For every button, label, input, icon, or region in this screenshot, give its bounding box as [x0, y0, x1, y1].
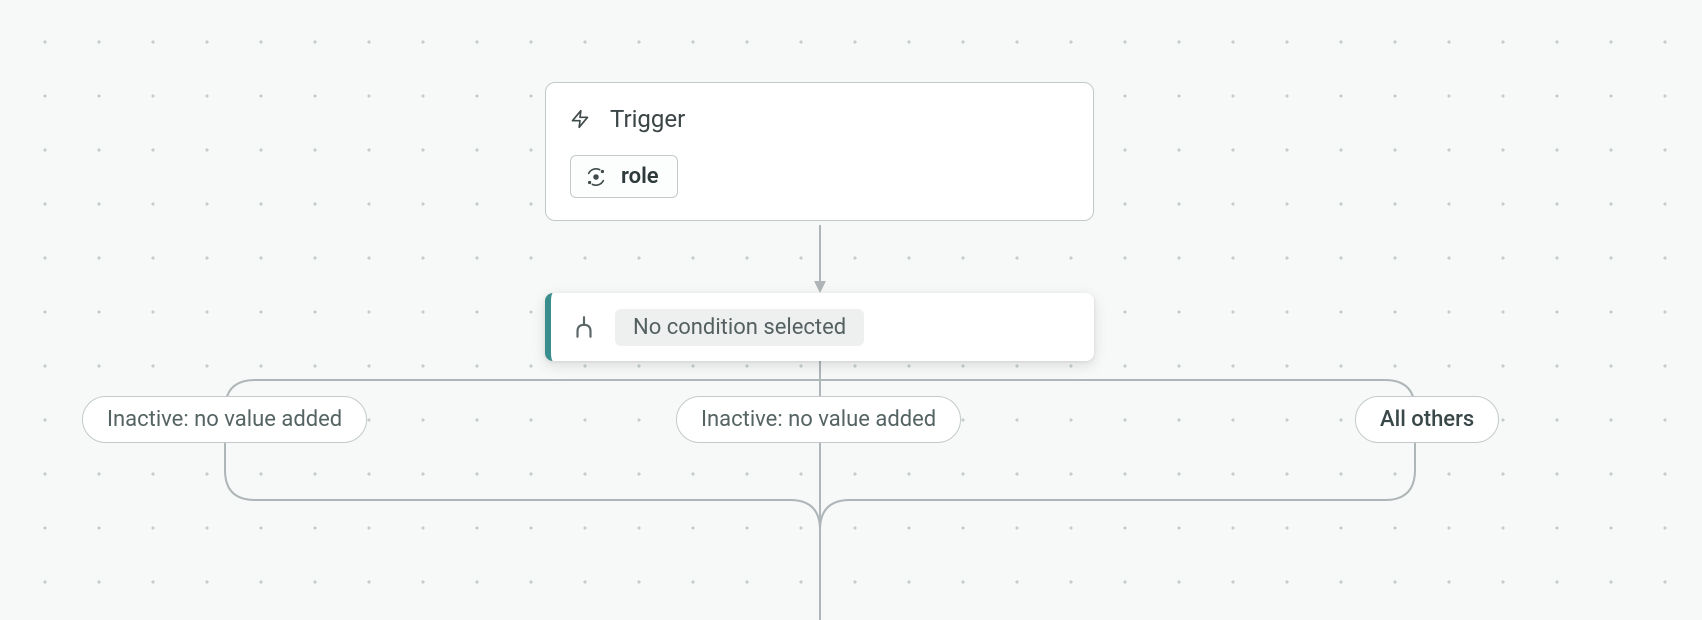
lightning-icon — [570, 106, 590, 132]
role-icon — [585, 166, 607, 188]
trigger-role-label: role — [621, 164, 659, 189]
branch-label-3[interactable]: All others — [1355, 396, 1499, 443]
workflow-canvas[interactable]: Trigger role — [0, 0, 1702, 620]
condition-text: No condition selected — [615, 309, 864, 346]
branch-label-1[interactable]: Inactive: no value added — [82, 396, 367, 443]
trigger-header: Trigger — [570, 105, 1069, 133]
trigger-role-chip[interactable]: role — [570, 155, 678, 198]
trigger-title: Trigger — [610, 105, 685, 133]
trigger-node[interactable]: Trigger role — [545, 82, 1094, 221]
branch-icon — [571, 314, 597, 340]
condition-node[interactable]: No condition selected — [545, 293, 1094, 361]
branch-label-2[interactable]: Inactive: no value added — [676, 396, 961, 443]
